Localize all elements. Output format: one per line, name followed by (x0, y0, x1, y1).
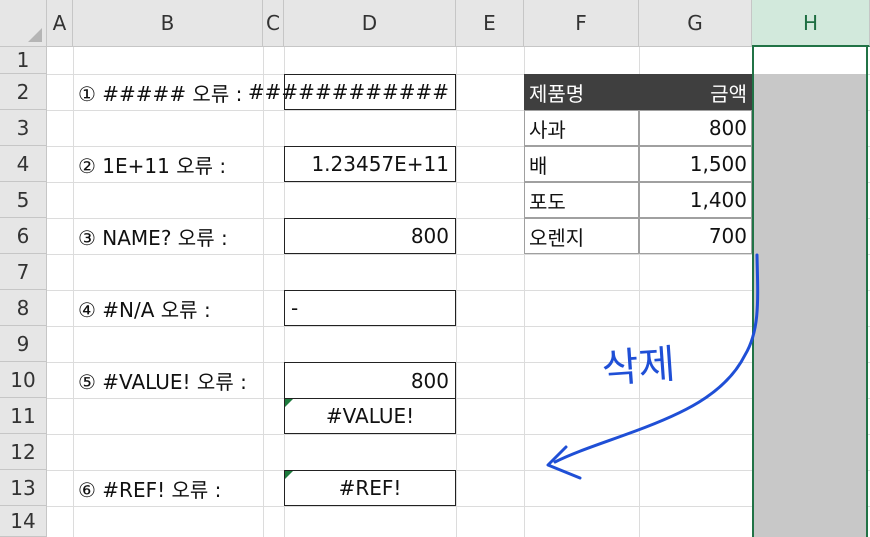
spreadsheet-grid: A B C D E F G H 1 2 3 4 5 6 7 8 9 10 11 … (0, 0, 870, 537)
annotation-text: 삭제 (600, 342, 677, 393)
annotation-layer: 삭제 (546, 253, 760, 480)
